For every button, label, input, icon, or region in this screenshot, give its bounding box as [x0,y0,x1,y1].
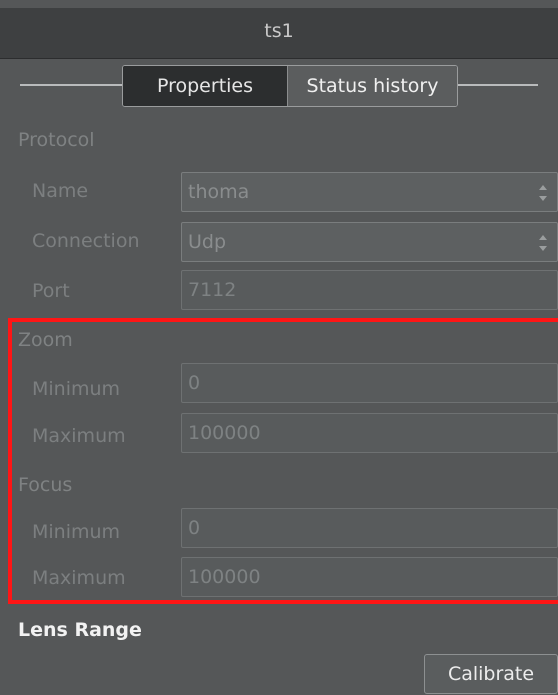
connection-select[interactable]: Udp [181,222,558,262]
panel-title: ts1 [264,20,294,42]
tab-properties[interactable]: Properties [123,66,287,106]
tab-divider-right [456,84,538,86]
tab-divider-left [20,84,124,86]
lens-range-header: Lens Range [18,619,142,641]
protocol-section-header: Protocol [18,129,95,151]
highlight-box [8,318,558,604]
tab-status-history[interactable]: Status history [287,66,457,106]
connection-label: Connection [32,230,140,252]
port-field[interactable]: 7112 [181,270,558,310]
connection-select-value: Udp [188,231,227,253]
spin-arrows-icon [539,234,549,252]
name-select-value: thoma [188,181,250,203]
panel-titlebar: ts1 [0,8,558,59]
spin-arrows-icon [539,184,549,202]
port-label: Port [32,280,70,302]
name-select[interactable]: thoma [181,172,558,212]
calibrate-button[interactable]: Calibrate [424,654,558,694]
tab-bar: Properties Status history [122,65,458,107]
name-label: Name [32,180,89,202]
